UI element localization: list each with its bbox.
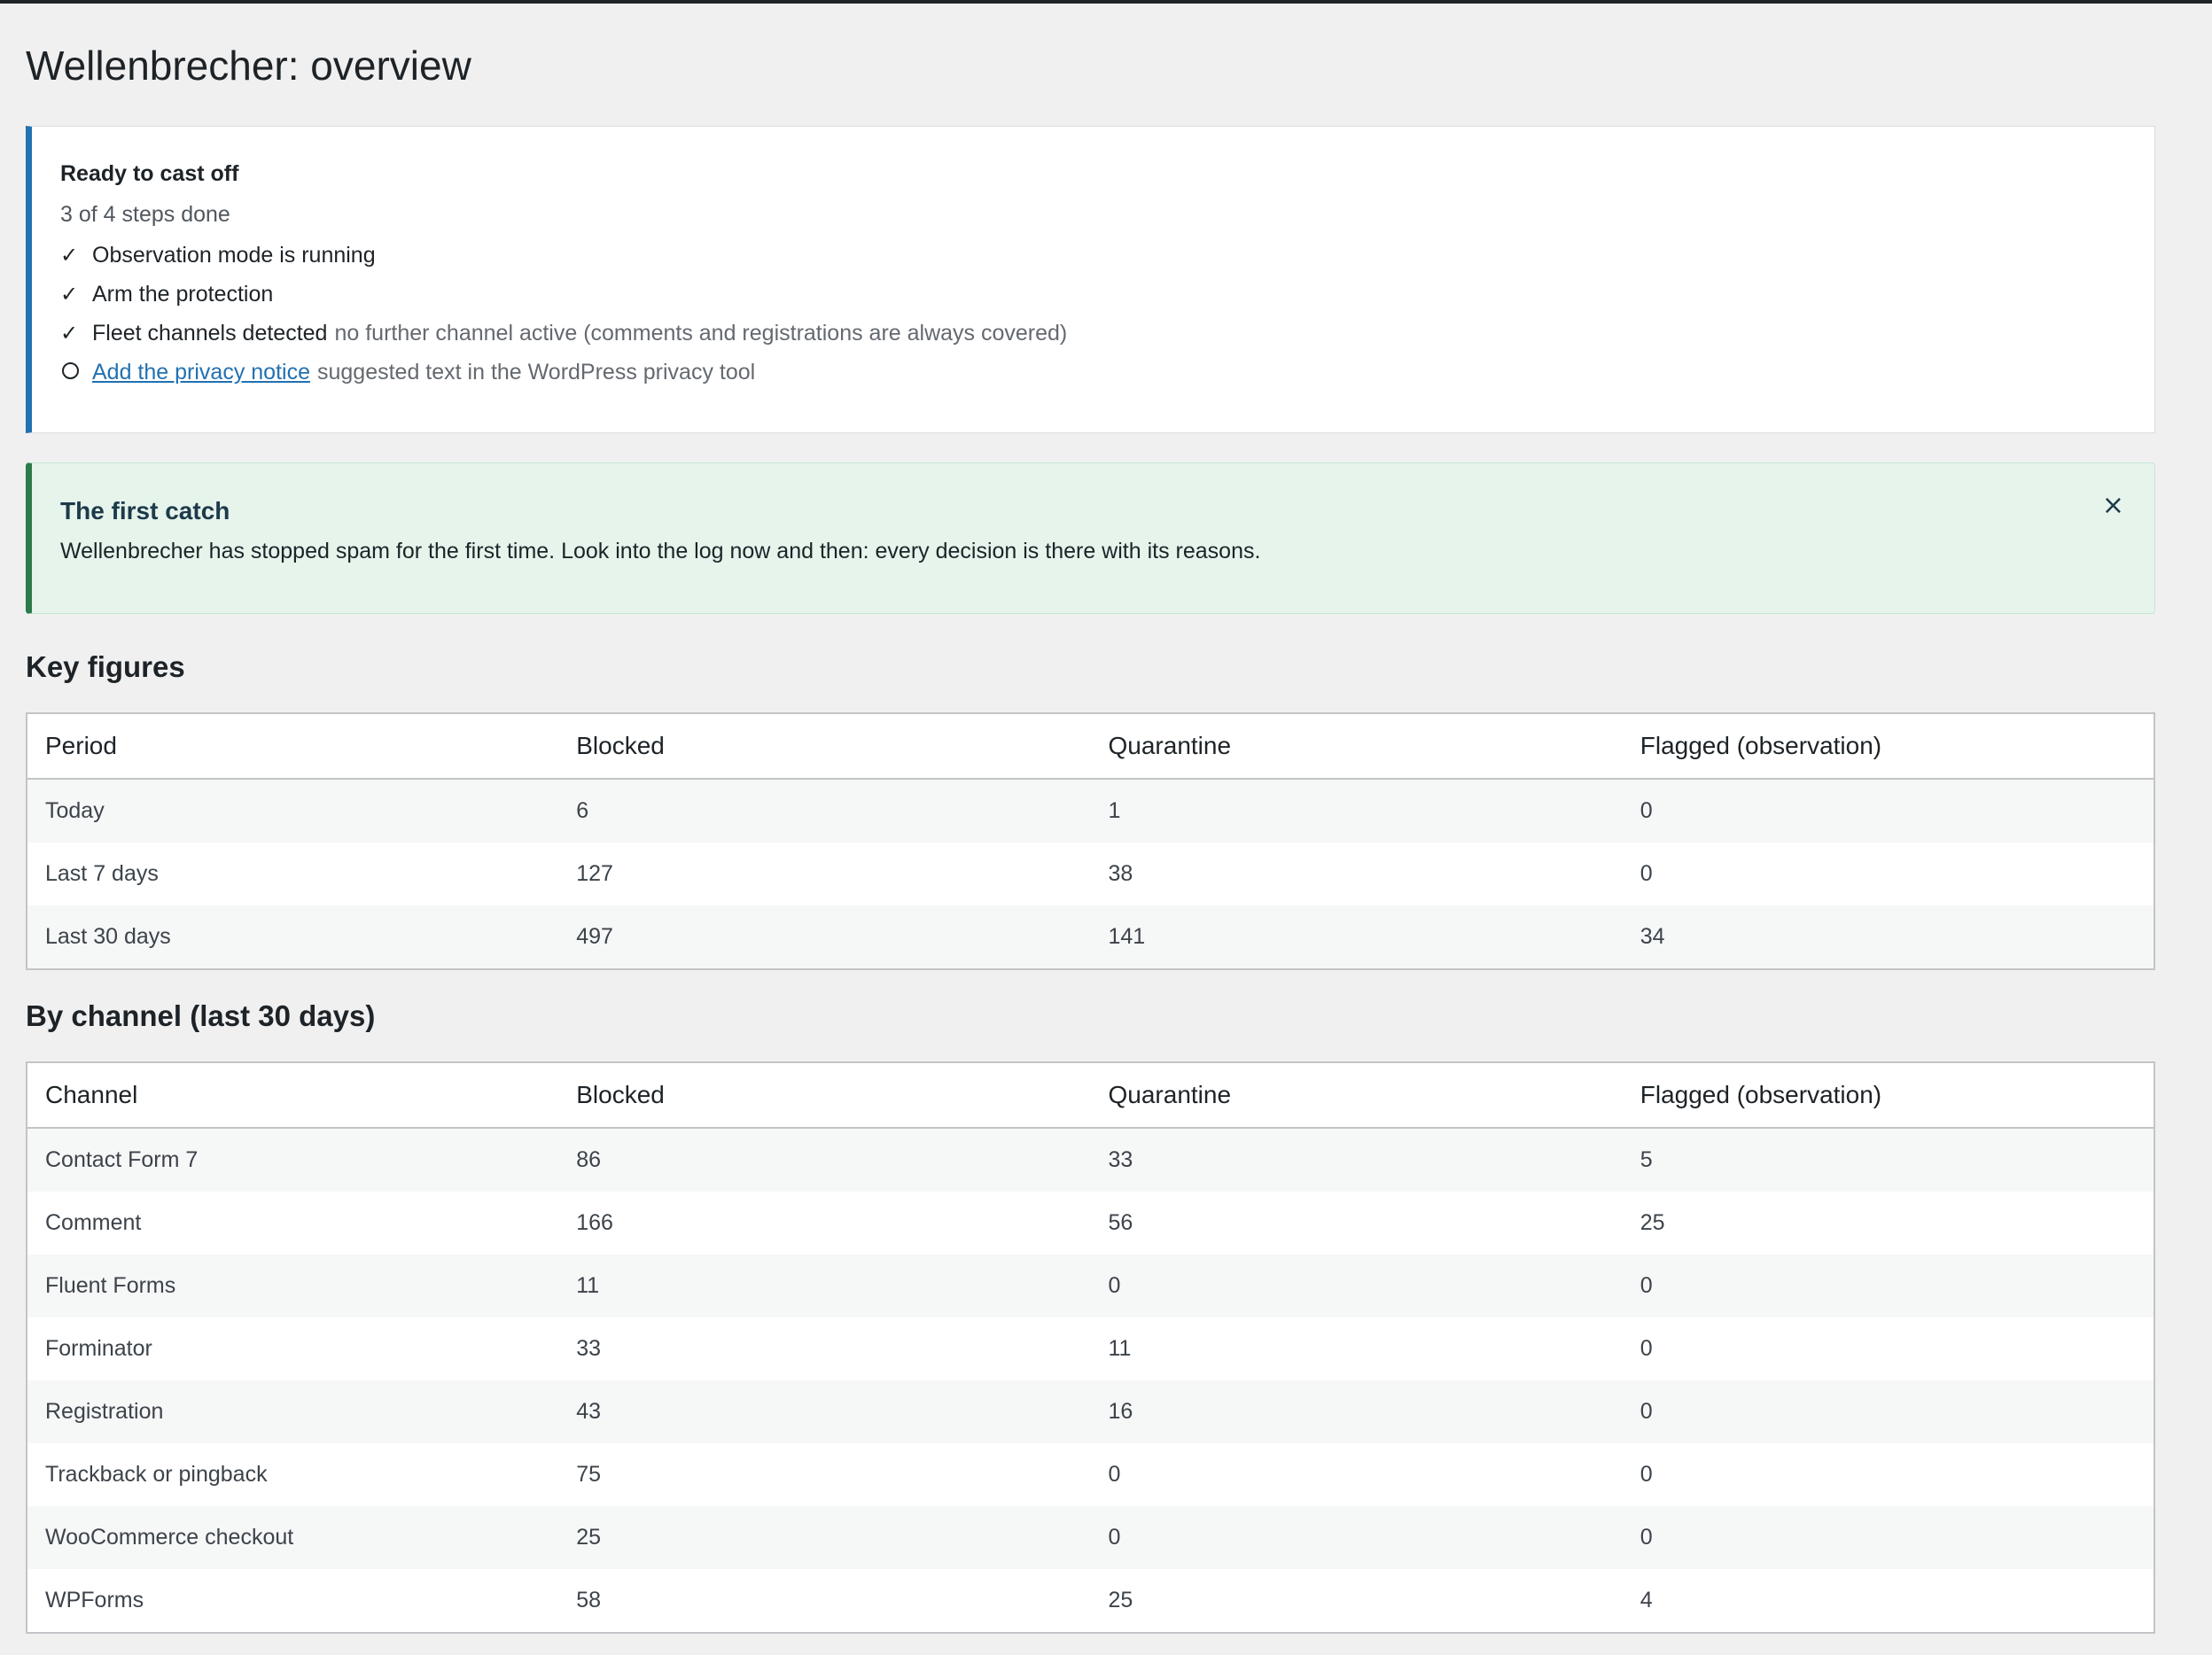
table-cell: 4 (1640, 1588, 1653, 1612)
step-observation: ✓ Observation mode is running (60, 242, 2126, 268)
table-cell: Last 30 days (27, 905, 559, 969)
check-icon: ✓ (60, 243, 79, 268)
table-cell: WPForms (45, 1588, 144, 1612)
column-header: Channel (27, 1062, 559, 1129)
table-row: Forminator 33 11 0 (27, 1317, 2154, 1380)
table-cell: 16 (1090, 1380, 1623, 1443)
table-cell: 0 (1640, 1462, 1653, 1487)
table-cell: 43 (558, 1380, 1091, 1443)
table-cell: 34 (1622, 905, 2154, 969)
by-channel-heading: By channel (last 30 days) (26, 999, 376, 1032)
table-cell: 127 (576, 861, 613, 886)
table-row: Today 6 1 0 (27, 779, 2154, 843)
table-cell: Last 7 days (45, 861, 159, 886)
check-icon: ✓ (60, 321, 79, 346)
step-label: Arm the protection (92, 282, 274, 307)
check-icon: ✓ (60, 282, 79, 307)
table-cell: Forminator (45, 1336, 152, 1361)
table-cell: Registration (27, 1380, 559, 1443)
table-cell: 33 (576, 1336, 602, 1361)
setup-steps: ✓ Observation mode is running ✓ Arm the … (60, 242, 2126, 385)
table-cell: 141 (1090, 905, 1623, 969)
table-cell: 25 (1640, 1210, 1665, 1235)
top-border (0, 0, 2212, 4)
setup-progress: 3 of 4 steps done (60, 202, 230, 227)
table-cell: 58 (576, 1588, 602, 1612)
table-cell: Comment (45, 1210, 142, 1235)
table-cell: 0 (1622, 779, 2154, 843)
first-catch-notice: The first catch Wellenbrecher has stoppe… (26, 462, 2155, 614)
table-cell: Fluent Forms (27, 1255, 559, 1317)
table-cell: 75 (576, 1462, 602, 1487)
notice-body: Wellenbrecher has stopped spam for the f… (60, 539, 1261, 563)
table-cell: 0 (1622, 1506, 2154, 1569)
table-cell: 0 (1090, 1506, 1623, 1569)
table-row: Last 30 days 497 141 34 (27, 905, 2154, 969)
table-cell: 0 (1108, 1462, 1121, 1487)
column-header: Period (27, 713, 559, 780)
table-header-row: Channel Blocked Quarantine Flagged (obse… (27, 1062, 2154, 1129)
table-cell: 0 (1622, 1380, 2154, 1443)
step-privacy: Add the privacy notice suggested text in… (60, 359, 2126, 385)
table-cell: 0 (1090, 1255, 1623, 1317)
table-row: Last 7 days 127 38 0 (27, 843, 2154, 905)
step-note: no further channel active (comments and … (334, 321, 1068, 346)
column-header: Quarantine (1090, 713, 1623, 780)
step-note: suggested text in the WordPress privacy … (316, 360, 756, 385)
setup-checklist: Ready to cast off 3 of 4 steps done ✓ Ob… (26, 126, 2155, 433)
table-cell: 25 (1108, 1588, 1133, 1612)
table-header-row: Period Blocked Quarantine Flagged (obser… (27, 713, 2154, 780)
table-cell: 38 (1108, 861, 1133, 886)
table-row: WooCommerce checkout 25 0 0 (27, 1506, 2154, 1569)
step-channels: ✓ Fleet channels detected no further cha… (60, 320, 2126, 346)
key-figures-table: Period Blocked Quarantine Flagged (obser… (26, 712, 2155, 970)
table-cell: Contact Form 7 (27, 1128, 559, 1192)
table-cell: 1 (1090, 779, 1623, 843)
table-cell: 86 (558, 1128, 1091, 1192)
table-cell: 25 (558, 1506, 1091, 1569)
table-cell: WooCommerce checkout (27, 1506, 559, 1569)
table-cell: 166 (576, 1210, 613, 1235)
table-cell: 0 (1622, 1255, 2154, 1317)
table-cell: 56 (1108, 1210, 1133, 1235)
close-icon[interactable]: × (2102, 490, 2124, 521)
table-cell: 0 (1640, 1336, 1653, 1361)
table-row: WPForms 58 25 4 (27, 1569, 2154, 1633)
column-header: Flagged (observation) (1622, 713, 2154, 780)
step-arm: ✓ Arm the protection (60, 281, 2126, 307)
step-label: Fleet channels detected (92, 321, 328, 346)
table-cell: 0 (1640, 861, 1653, 886)
table-cell: 497 (558, 905, 1091, 969)
table-cell: Trackback or pingback (45, 1462, 268, 1487)
table-row: Trackback or pingback 75 0 0 (27, 1443, 2154, 1506)
table-row: Registration 43 16 0 (27, 1380, 2154, 1443)
page-title: Wellenbrecher: overview (26, 43, 471, 89)
column-header: Quarantine (1090, 1062, 1623, 1129)
column-header: Blocked (558, 713, 1091, 780)
column-header: Flagged (observation) (1622, 1062, 2154, 1129)
table-cell: 6 (558, 779, 1091, 843)
column-header: Blocked (558, 1062, 1091, 1129)
table-row: Comment 166 56 25 (27, 1192, 2154, 1255)
key-figures-heading: Key figures (26, 650, 185, 683)
table-row: Contact Form 7 86 33 5 (27, 1128, 2154, 1192)
by-channel-table: Channel Blocked Quarantine Flagged (obse… (26, 1061, 2155, 1634)
privacy-notice-link[interactable]: Add the privacy notice (92, 359, 310, 385)
notice-title: The first catch (60, 497, 230, 524)
table-cell: Today (27, 779, 559, 843)
table-cell: 11 (1108, 1336, 1132, 1361)
circle-icon (60, 359, 92, 385)
step-label: Observation mode is running (92, 243, 376, 268)
table-row: Fluent Forms 11 0 0 (27, 1255, 2154, 1317)
table-cell: 11 (558, 1255, 1091, 1317)
table-cell: 5 (1622, 1128, 2154, 1192)
table-cell: 33 (1090, 1128, 1623, 1192)
setup-title: Ready to cast off (60, 161, 239, 186)
